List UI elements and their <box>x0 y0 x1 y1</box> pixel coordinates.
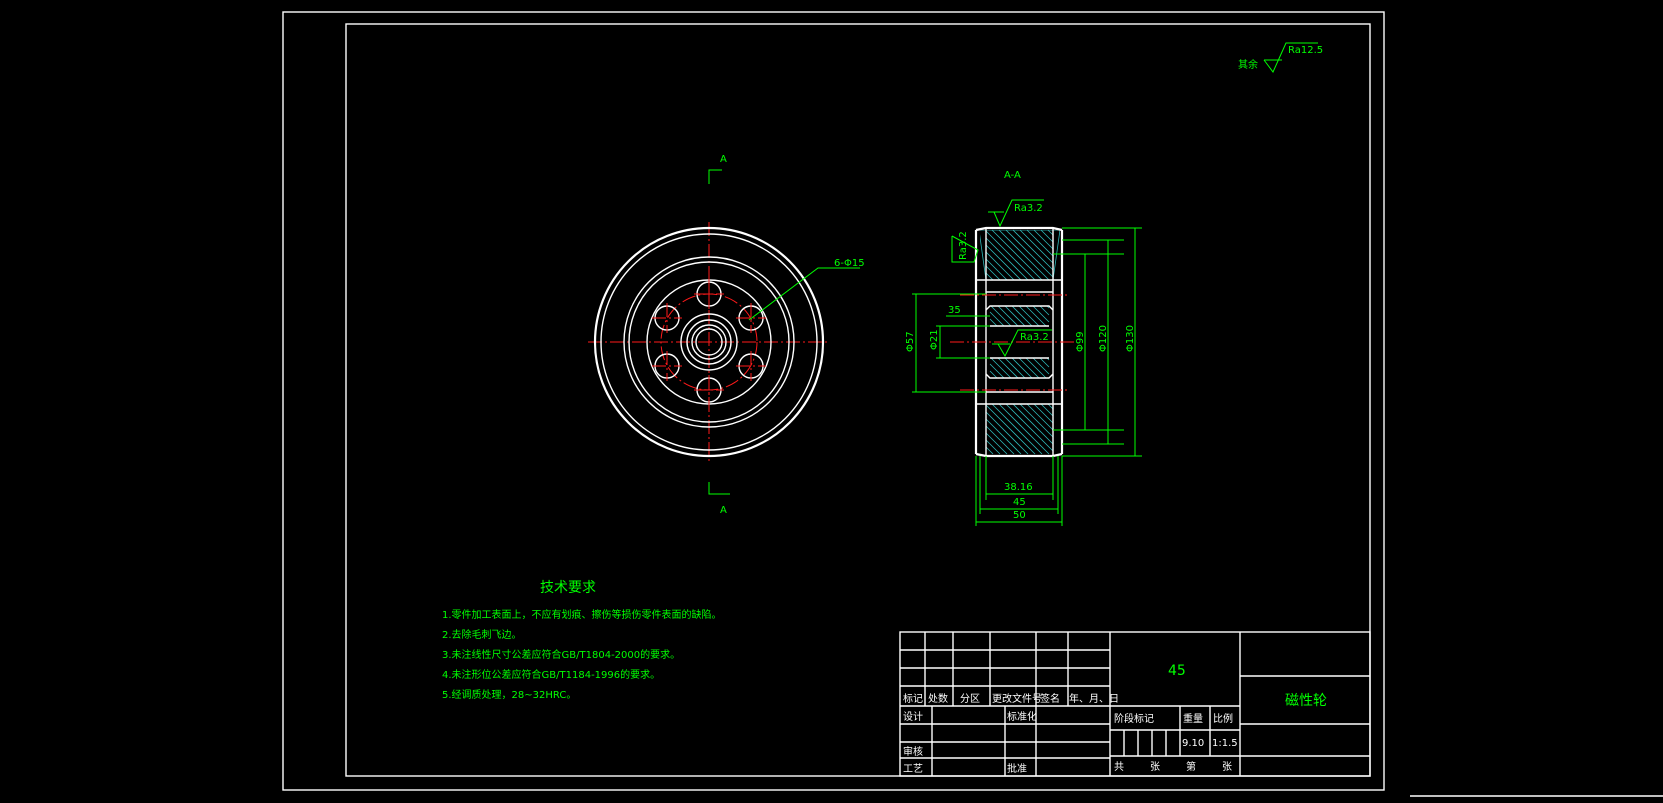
dim-d57: Φ57 <box>905 331 916 352</box>
hatch-line <box>989 311 1005 327</box>
hatch-line <box>1040 229 1054 243</box>
hatch-line <box>985 418 1022 455</box>
hatch-line <box>989 318 998 327</box>
sheets-unit-2: 张 <box>1222 761 1232 773</box>
hatch-line <box>985 404 1036 455</box>
hatch-line <box>1047 403 1054 410</box>
general-roughness-note: 其余 Ra12.5 <box>1238 42 1323 73</box>
label-review: 审核 <box>903 745 923 758</box>
hatch-line <box>1032 305 1050 323</box>
hatch-line <box>1026 229 1054 257</box>
hatch-line <box>1026 403 1054 431</box>
label-stage-mark: 阶段标记 <box>1114 712 1154 725</box>
label-process: 工艺 <box>903 763 923 775</box>
tech-req-item-4: 4.未注形位公差应符合GB/T1184-1996的要求。 <box>442 668 660 681</box>
technical-requirements: 技术要求 1.零件加工表面上，不应有划痕、擦伤等损伤零件表面的缺陷。 2.去除毛… <box>442 580 722 701</box>
hdr-change-doc: 更改文件号 <box>992 692 1042 705</box>
inner-frame-border <box>345 23 1371 777</box>
hatch-line <box>985 272 994 281</box>
tech-req-item-1: 1.零件加工表面上，不应有划痕、擦伤等损伤零件表面的缺陷。 <box>442 608 722 621</box>
scale-value: 1:1.5 <box>1212 738 1238 749</box>
dim-50: 50 <box>1013 510 1026 521</box>
hatch-line <box>1005 229 1054 278</box>
hatch-line <box>985 251 1015 281</box>
sheets-unit-1: 张 <box>1150 761 1160 773</box>
dim-d99: Φ99 <box>1075 331 1086 352</box>
hatch-line <box>985 439 1001 455</box>
part-name: 磁性轮 <box>1285 693 1327 709</box>
hdr-signature: 签名 <box>1040 692 1060 705</box>
tech-req-title: 技术要求 <box>540 580 596 596</box>
hatch-line <box>1039 357 1050 368</box>
hatch-line <box>1039 305 1050 316</box>
label-weight: 重量 <box>1183 712 1203 725</box>
section-view-title: A-A <box>1004 170 1021 181</box>
tech-req-item-3: 3.未注线性尺寸公差应符合GB/T1804-2000的要求。 <box>442 648 680 661</box>
label-standardize: 标准化 <box>1007 710 1037 723</box>
sheet-no: 第 <box>1186 760 1196 773</box>
roughness-note-value: Ra12.5 <box>1288 45 1323 56</box>
dim-d21: Φ21 <box>929 329 940 350</box>
section-mark-top: A <box>720 154 727 165</box>
hdr-count: 处数 <box>928 692 948 705</box>
section-view: A-A Φ57 Φ21 35 Φ99 Φ120 Φ130 38.16 45 50… <box>905 170 1142 526</box>
hatch-line <box>985 446 994 455</box>
hdr-zone: 分区 <box>960 693 980 705</box>
hatch-line <box>985 411 1029 455</box>
hatch-line <box>985 425 1015 455</box>
hatch-line <box>1040 403 1054 417</box>
dim-45: 45 <box>1013 497 1026 508</box>
hatch-line <box>1005 403 1054 452</box>
hatch-line <box>1019 403 1054 438</box>
front-view: 6-Φ15 A A <box>588 154 865 516</box>
roughness-top: Ra3.2 <box>1014 203 1043 214</box>
hatch-line <box>1019 229 1054 264</box>
hatch-line <box>989 370 998 379</box>
weight-value: 9.10 <box>1182 738 1204 749</box>
roughness-left: Ra3.2 <box>958 231 969 260</box>
hatch-line <box>985 230 1036 281</box>
hatch-line <box>985 237 1029 281</box>
section-mark-bottom: A <box>720 505 727 516</box>
dim-38-16: 38.16 <box>1004 482 1033 493</box>
material-value: 45 <box>1168 663 1186 679</box>
label-design: 设计 <box>903 710 923 723</box>
sheets-total: 共 <box>1114 761 1124 773</box>
hatch-line <box>1032 357 1050 375</box>
hatch-line <box>985 244 1022 281</box>
hatch-line <box>1047 229 1054 236</box>
roughness-note-prefix: 其余 <box>1238 58 1258 71</box>
hdr-date: 年、月、日 <box>1069 692 1119 705</box>
hatch-line <box>985 265 1001 281</box>
label-scale: 比例 <box>1213 712 1233 725</box>
hatch-line <box>989 363 1005 379</box>
label-approve: 批准 <box>1007 762 1027 775</box>
tech-req-item-5: 5.经调质处理，28~32HRC。 <box>442 688 576 701</box>
title-block: 45 磁性轮 标记 处数 分区 更改文件号 签名 年、月、日 设计 标准化 审核… <box>899 631 1371 777</box>
hdr-mark: 标记 <box>903 693 923 705</box>
cad-drawing-canvas: 其余 Ra12.5 6-Φ15 A A A-A Φ57 Φ21 35 Φ99 Φ… <box>282 11 1663 797</box>
roughness-inner: Ra3.2 <box>1020 332 1049 343</box>
dim-35: 35 <box>948 305 961 316</box>
hole-callout: 6-Φ15 <box>834 258 865 269</box>
dim-d130: Φ130 <box>1125 325 1136 352</box>
tech-req-item-2: 2.去除毛刺飞边。 <box>442 628 522 641</box>
dim-d120: Φ120 <box>1098 325 1109 352</box>
